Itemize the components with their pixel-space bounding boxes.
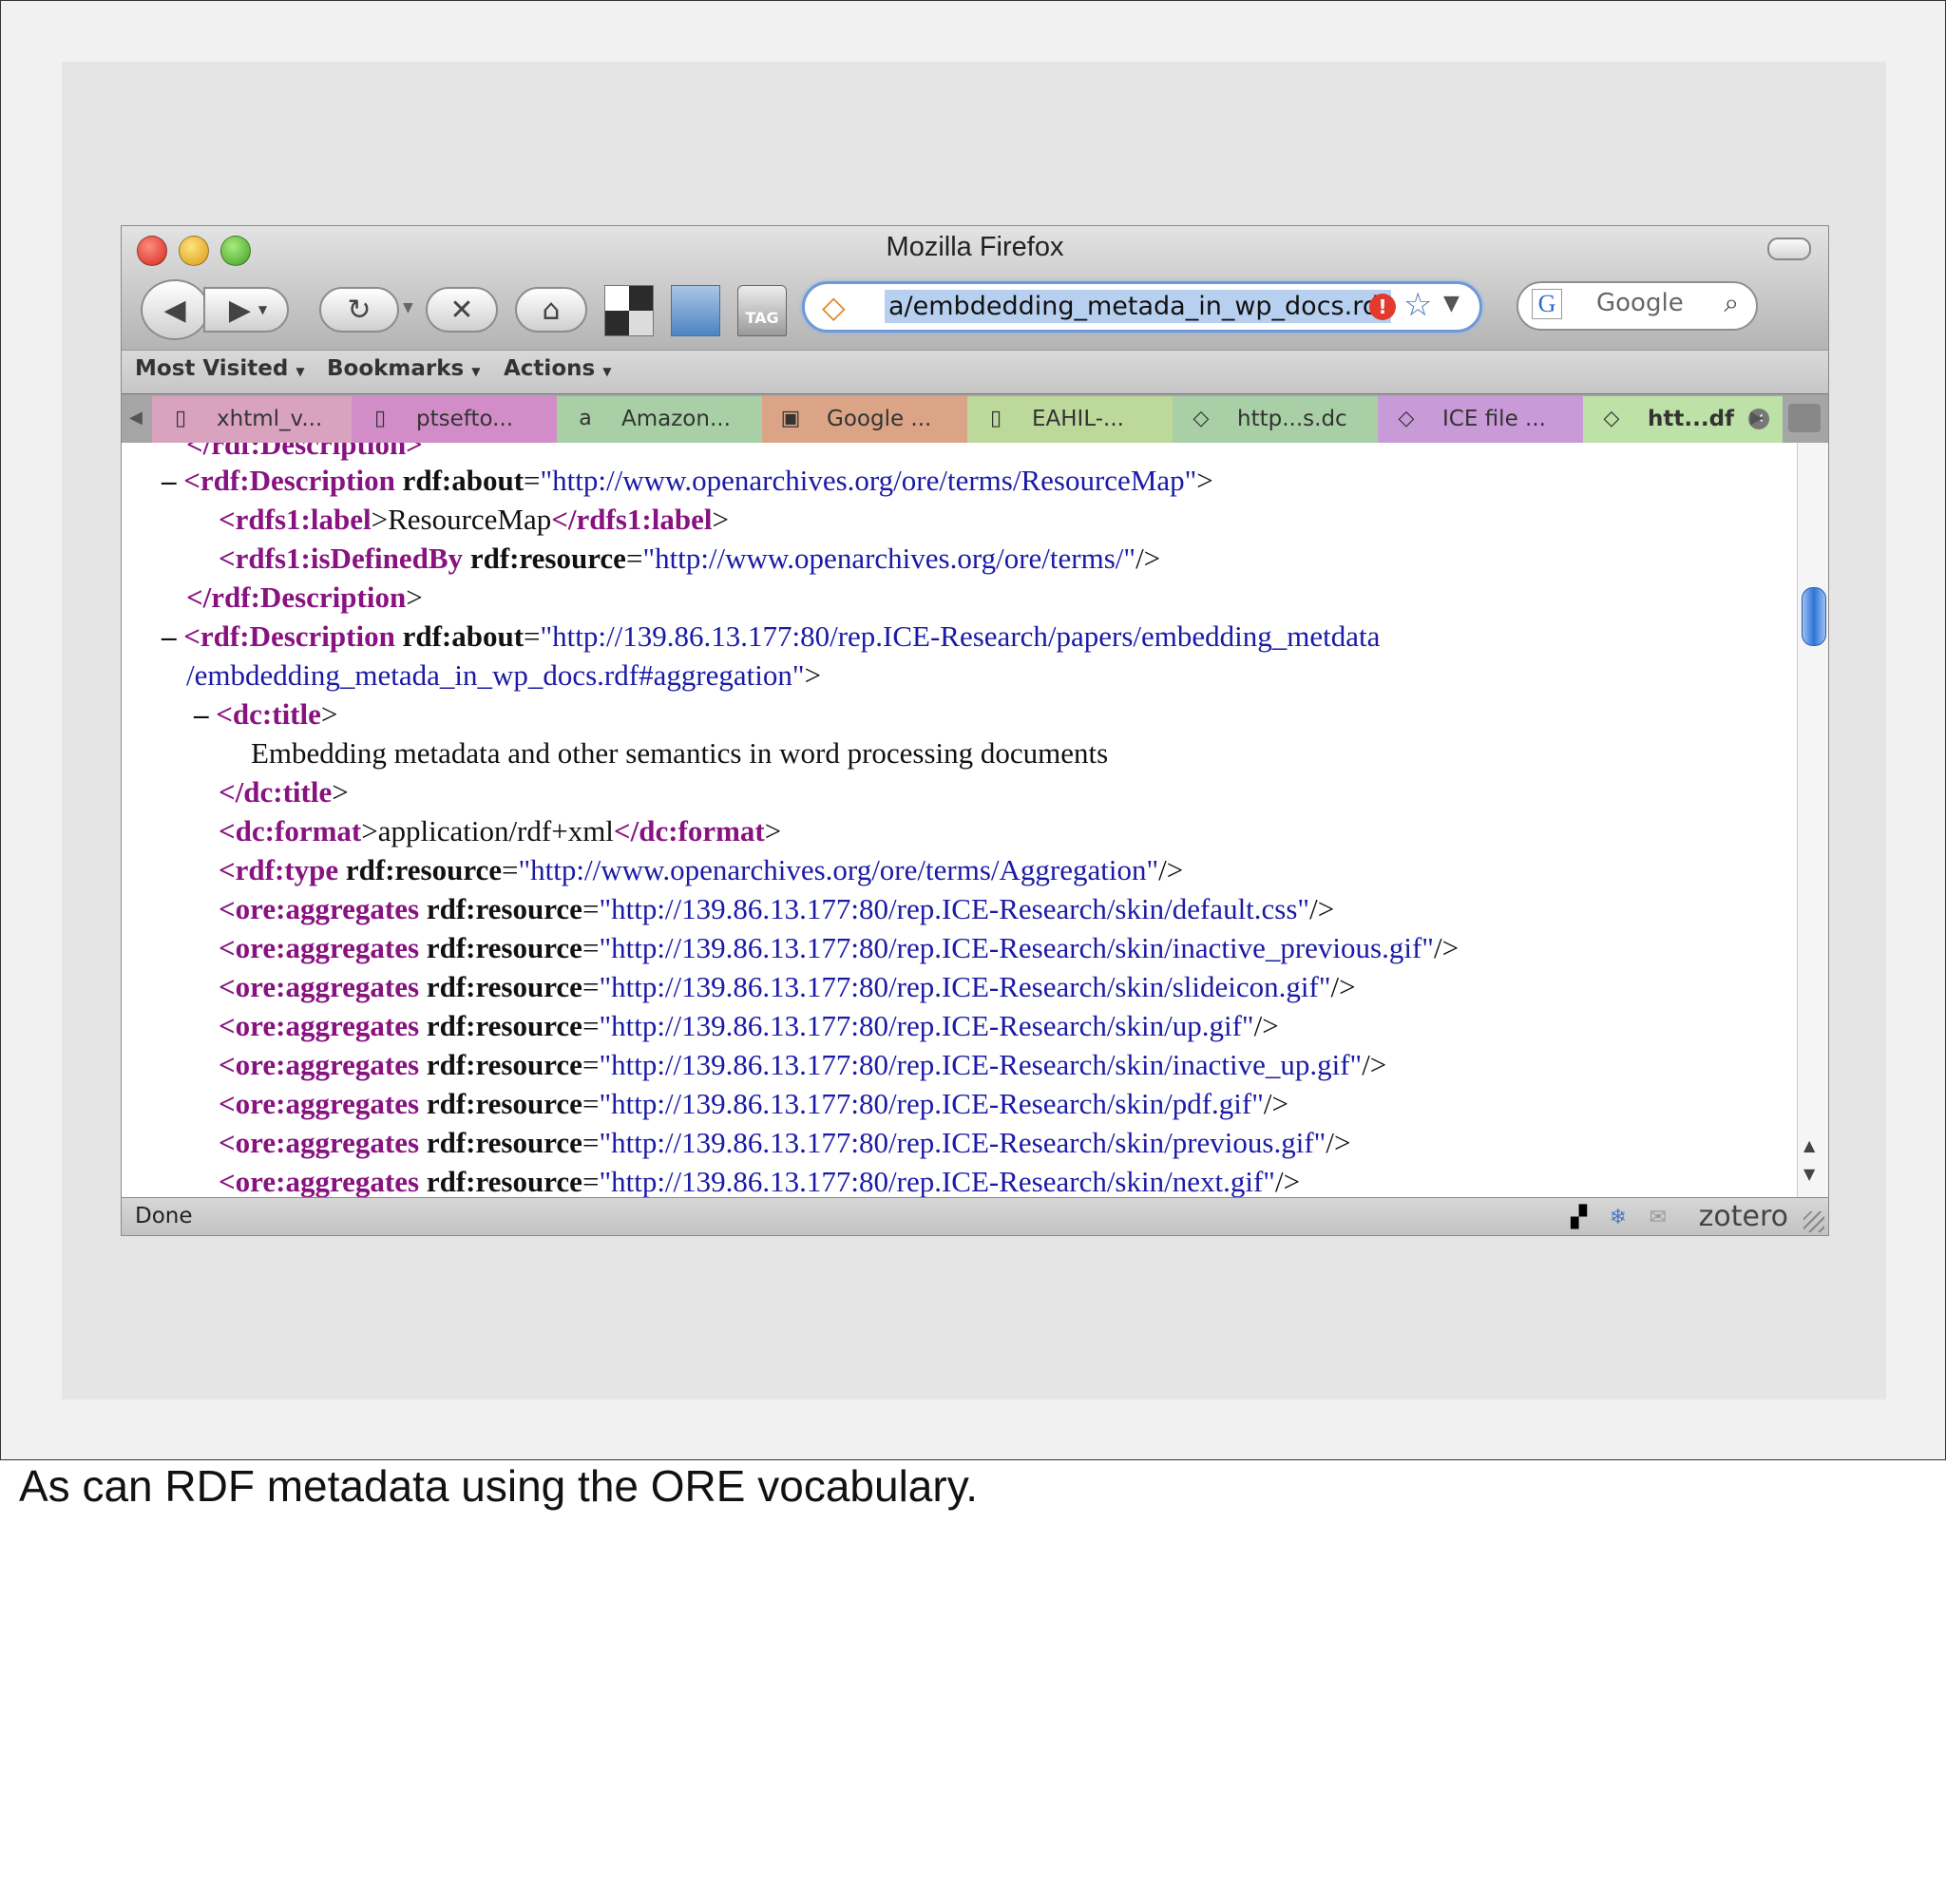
xml-line: <ore:aggregates rdf:resource="http://139… [219,1126,1351,1159]
history-caret-icon: ▼ [258,303,268,316]
xml-line: <rdf:type rdf:resource="http://www.opena… [219,853,1184,886]
reload-icon: ↻ [347,293,372,327]
slide-frame: Mozilla Firefox ◀ ▶ ▼ ↻ ▼ ✕ ⌂ TAG ◇ a/emb… [0,0,1946,1460]
bookmarks-toolbar: Most Visited ▼ Bookmarks ▼ Actions ▼ [122,350,1828,394]
xml-icon: ◇ [1398,407,1415,430]
mail-icon[interactable]: ✉ [1650,1206,1667,1229]
tab-ice-file[interactable]: ◇ ICE file ... [1378,396,1583,444]
xml-viewer: </rdf:Description> – <rdf:Description rd… [122,443,1798,1197]
tab-http-sdc[interactable]: ◇ http...s.dc [1173,396,1378,444]
forward-arrow-icon: ▶ [228,293,251,327]
toolbar-toggle-button[interactable] [1767,238,1811,260]
reload-button[interactable]: ↻ [319,287,399,333]
xml-line: <rdfs1:isDefinedBy rdf:resource="http://… [219,542,1161,575]
xml-line: <dc:format>application/rdf+xml</dc:forma… [219,814,782,847]
tab-ptsefton[interactable]: ▯ ptsefto... [352,396,557,444]
feed-icon: ▣ [780,407,801,430]
scroll-up-icon[interactable]: ▲ [1803,1136,1815,1154]
url-bar[interactable]: ◇ a/embdedding_metada_in_wp_docs.rdf ! ☆… [802,281,1482,333]
collapse-toggle[interactable]: – [162,464,177,497]
bookmark-most-visited[interactable]: Most Visited ▼ [135,356,305,381]
url-text[interactable]: a/embdedding_metada_in_wp_docs.rdf [885,290,1392,323]
tab-amazon[interactable]: a Amazon... [557,396,762,444]
xml-line: <ore:aggregates rdf:resource="http://139… [219,1087,1288,1120]
dropdown-caret-icon: ▼ [602,365,612,378]
scrollbar-thumb[interactable] [1802,587,1826,646]
xml-line: <ore:aggregates rdf:resource="http://139… [219,1048,1387,1081]
titlebar: Mozilla Firefox ◀ ▶ ▼ ↻ ▼ ✕ ⌂ TAG ◇ a/emb… [122,226,1828,350]
xml-line: /embdedding_metada_in_wp_docs.rdf#aggreg… [186,658,822,692]
reload-caret-icon[interactable]: ▼ [403,300,413,315]
xml-line: <ore:aggregates rdf:resource="http://139… [219,1165,1301,1197]
bookmark-sidebar-icon[interactable] [671,285,720,336]
home-button[interactable]: ⌂ [515,287,587,333]
dropdown-caret-icon: ▼ [296,365,305,378]
slide-caption: As can RDF metadata using the ORE vocabu… [19,1461,979,1511]
page-icon: ▯ [989,407,1002,430]
tab-eahil[interactable]: ▯ EAHIL-... [967,396,1173,444]
xml-line: </rdf:Description> [186,443,423,461]
bookmark-bookmarks[interactable]: Bookmarks ▼ [327,356,481,381]
bookmark-star-icon[interactable]: ☆ [1403,286,1432,324]
firefox-window: Mozilla Firefox ◀ ▶ ▼ ↻ ▼ ✕ ⌂ TAG ◇ a/emb… [121,225,1829,1236]
search-icon[interactable]: ⌕ [1724,287,1739,319]
snowflake-icon[interactable]: ❄ [1610,1206,1627,1229]
scroll-down-icon[interactable]: ▼ [1803,1165,1815,1183]
scroll-tabs-left-icon[interactable]: ◀ [129,408,143,428]
window-title: Mozilla Firefox [886,232,1064,262]
site-identity-icon[interactable]: ◇ [822,289,846,325]
bookmark-actions[interactable]: Actions ▼ [504,356,611,381]
amazon-icon: a [579,407,592,430]
xml-icon: ◇ [1192,407,1210,430]
url-dropdown-icon[interactable]: ▼ [1443,292,1460,315]
status-bar: Done ▞ ❄ ✉ zotero [122,1197,1828,1235]
stop-button[interactable]: ✕ [426,287,498,333]
forward-button[interactable]: ▶ ▼ [203,287,289,333]
tab-bar: ◀ ▯ xhtml_v... ▯ ptsefto... a Amazon... ▣ Go… [122,393,1828,444]
back-arrow-icon: ◀ [163,293,186,327]
xml-line: – <rdf:Description rdf:about="http://www… [162,464,1213,497]
collapse-toggle[interactable]: – [194,697,209,731]
xml-line: <ore:aggregates rdf:resource="http://139… [219,970,1356,1003]
xml-line: – <rdf:Description rdf:about="http://139… [162,619,1381,653]
xml-line: </rdf:Description> [186,581,423,614]
xml-line: <rdfs1:label>ResourceMap</rdfs1:label> [219,503,729,536]
xml-icon: ◇ [1603,407,1620,430]
tag-icon-label: TAG [745,309,779,327]
home-icon: ⌂ [542,293,561,327]
google-engine-icon[interactable]: G [1532,289,1562,319]
tab-xhtml[interactable]: ▯ xhtml_v... [152,396,352,444]
zotero-button[interactable]: zotero [1699,1200,1788,1233]
page-icon: ▯ [373,407,387,430]
stop-icon: ✕ [449,293,474,327]
delicious-status-icon[interactable]: ▞ [1571,1206,1587,1229]
xml-line: – <dc:title> [194,697,338,731]
search-box[interactable]: G Google ⌕ [1517,281,1758,331]
xml-line: <ore:aggregates rdf:resource="http://139… [219,931,1460,964]
alert-icon[interactable]: ! [1369,294,1396,320]
vertical-scrollbar[interactable]: ▲ ▼ [1797,443,1828,1197]
delicious-icon[interactable] [604,285,654,336]
scroll-tabs-right-icon[interactable]: ▶ [1750,408,1764,428]
tab-google[interactable]: ▣ Google ... [762,396,967,444]
xml-line: <ore:aggregates rdf:resource="http://139… [219,892,1335,925]
xml-line: <ore:aggregates rdf:resource="http://139… [219,1009,1279,1042]
status-text: Done [135,1204,193,1228]
xml-line: </dc:title> [219,775,349,809]
tag-icon[interactable]: TAG [737,285,787,336]
xml-line: Embedding metadata and other semantics i… [251,736,1109,770]
tab-list-button[interactable] [1788,404,1821,432]
page-icon: ▯ [174,407,187,430]
dropdown-caret-icon: ▼ [471,365,481,378]
collapse-toggle[interactable]: – [162,619,177,653]
search-input[interactable]: Google [1596,289,1684,317]
resize-grip[interactable] [1803,1211,1824,1232]
back-button[interactable]: ◀ [141,279,209,340]
